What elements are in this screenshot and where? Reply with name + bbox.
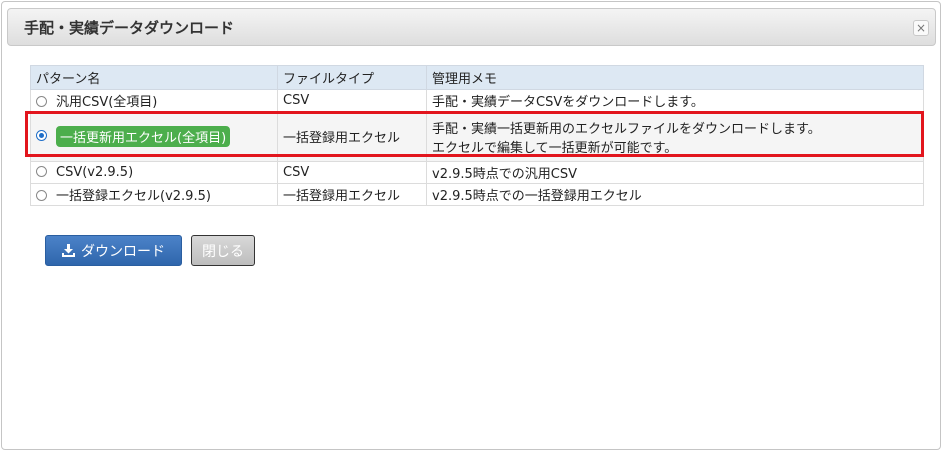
pattern-name-cell[interactable]: 汎用CSV(全項目) (30, 89, 278, 112)
pattern-name-cell[interactable]: 一括登録エクセル(v2.9.5) (30, 183, 278, 206)
pattern-name-cell[interactable]: CSV(v2.9.5) (30, 161, 278, 184)
memo-line: エクセルで編集して一括更新が可能です。 (432, 140, 678, 156)
download-button-label: ダウンロード (81, 243, 165, 260)
table-row[interactable]: CSV(v2.9.5) CSV v2.9.5時点での汎用CSV (30, 161, 924, 184)
pattern-table: パターン名 ファイルタイプ 管理用メモ 汎用CSV(全項目) CSV 手配・実績… (30, 65, 924, 206)
col-header-memo: 管理用メモ (426, 65, 924, 90)
table-row-selected[interactable]: 一括更新用エクセル(全項目) 一括登録用エクセル 手配・実績一括更新用のエクセル… (30, 111, 924, 162)
file-type-cell: CSV (277, 161, 427, 184)
pattern-name-cell[interactable]: 一括更新用エクセル(全項目) (30, 111, 278, 162)
memo-cell: 手配・実績データCSVをダウンロードします。 (426, 89, 924, 112)
file-type-cell: 一括登録用エクセル (277, 111, 427, 162)
pattern-name: 一括登録エクセル(v2.9.5) (56, 189, 211, 204)
dialog-title: 手配・実績データダウンロード (24, 19, 235, 37)
pattern-name-badge: 一括更新用エクセル(全項目) (56, 126, 231, 147)
pattern-name: 汎用CSV(全項目) (56, 95, 158, 110)
radio-button[interactable] (36, 190, 47, 201)
download-dialog: 手配・実績データダウンロード × パターン名 ファイルタイプ 管理用メモ 汎用C… (1, 1, 941, 450)
memo-line: 手配・実績一括更新用のエクセルファイルをダウンロードします。 (432, 121, 821, 137)
radio-button[interactable] (36, 166, 47, 177)
close-button[interactable]: 閉じる (191, 235, 255, 266)
table-row[interactable]: 汎用CSV(全項目) CSV 手配・実績データCSVをダウンロードします。 (30, 89, 924, 112)
file-type-cell: 一括登録用エクセル (277, 183, 427, 206)
table-header-row: パターン名 ファイルタイプ 管理用メモ (30, 65, 924, 90)
memo-cell: 手配・実績一括更新用のエクセルファイルをダウンロードします。 エクセルで編集して… (426, 111, 924, 162)
memo-cell: v2.9.5時点での一括登録用エクセル (426, 183, 924, 206)
download-icon (62, 244, 75, 257)
radio-button[interactable] (36, 96, 47, 107)
dialog-titlebar: 手配・実績データダウンロード × (7, 8, 936, 46)
file-type-cell: CSV (277, 89, 427, 112)
memo-cell: v2.9.5時点での汎用CSV (426, 161, 924, 184)
close-button-label: 閉じる (202, 243, 244, 260)
download-button[interactable]: ダウンロード (45, 235, 182, 266)
col-header-pattern-name: パターン名 (30, 65, 278, 90)
radio-button-checked[interactable] (36, 130, 47, 141)
table-row[interactable]: 一括登録エクセル(v2.9.5) 一括登録用エクセル v2.9.5時点での一括登… (30, 183, 924, 206)
pattern-name: CSV(v2.9.5) (56, 165, 134, 180)
close-icon[interactable]: × (913, 20, 929, 36)
col-header-file-type: ファイルタイプ (277, 65, 427, 90)
